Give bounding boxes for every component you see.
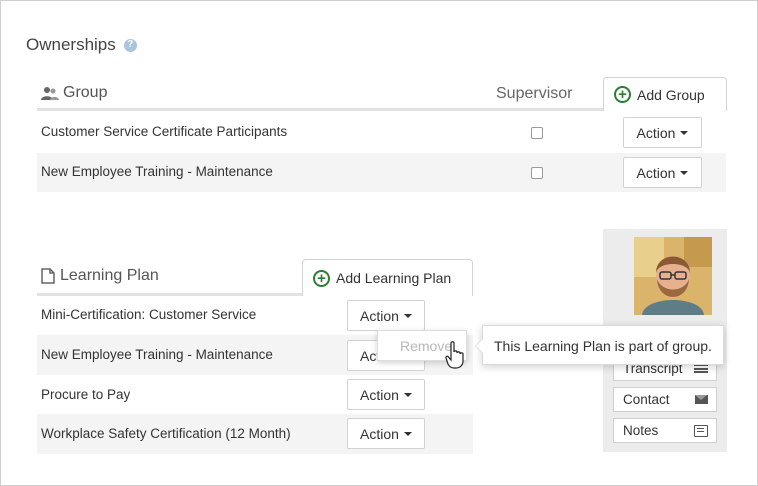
action-label: Action xyxy=(636,164,676,181)
learning-plan-name: Mini-Certification: Customer Service xyxy=(41,307,257,322)
avatar-image xyxy=(634,237,712,315)
list-icon xyxy=(694,364,708,373)
group-name: New Employee Training - Maintenance xyxy=(41,164,273,179)
learning-plan-row: Procure to Pay Action xyxy=(37,375,473,415)
notes-label: Notes xyxy=(623,423,659,438)
caret-down-icon xyxy=(680,170,689,175)
action-label: Action xyxy=(360,425,399,442)
help-icon[interactable]: ? xyxy=(123,38,137,52)
notes-icon xyxy=(694,424,708,437)
add-learning-plan-label: Add Learning Plan xyxy=(336,270,452,286)
contact-label: Contact xyxy=(623,392,670,407)
group-users-icon xyxy=(41,86,59,100)
add-group-button[interactable]: + Add Group xyxy=(603,77,727,111)
learning-plan-row: Workplace Safety Certification (12 Month… xyxy=(37,414,473,454)
learning-plan-action-button[interactable]: Action xyxy=(347,418,425,449)
supervisor-checkbox[interactable] xyxy=(531,167,543,179)
avatar[interactable] xyxy=(634,237,712,315)
group-row: New Employee Training - Maintenance Acti… xyxy=(37,153,726,192)
hand-cursor-icon xyxy=(445,341,464,369)
caret-down-icon xyxy=(403,431,412,436)
tooltip: This Learning Plan is part of group. xyxy=(475,325,724,365)
notes-button[interactable]: Notes xyxy=(613,418,717,443)
action-label: Action xyxy=(360,386,399,403)
learning-plan-name: Workplace Safety Certification (12 Month… xyxy=(41,426,291,441)
learning-plan-row: Mini-Certification: Customer Service Act… xyxy=(37,295,473,335)
supervisor-checkbox[interactable] xyxy=(531,127,543,139)
learning-plan-action-button[interactable]: Action xyxy=(347,300,425,331)
ownerships-title: Ownerships ? xyxy=(26,35,137,55)
group-action-button[interactable]: Action xyxy=(623,157,702,188)
contact-button[interactable]: Contact xyxy=(613,387,717,412)
plus-circle-icon: + xyxy=(614,86,631,103)
learning-plan-name: New Employee Training - Maintenance xyxy=(41,347,273,362)
ownerships-title-text: Ownerships xyxy=(26,35,116,54)
group-header-label: Group xyxy=(63,84,108,101)
add-group-label: Add Group xyxy=(637,86,705,103)
caret-down-icon xyxy=(403,392,412,397)
mail-icon xyxy=(695,395,708,404)
plus-circle-icon: + xyxy=(313,269,330,287)
learning-plan-action-button[interactable]: Action xyxy=(347,379,425,410)
add-learning-plan-button[interactable]: + Add Learning Plan xyxy=(302,259,473,296)
action-label: Action xyxy=(636,124,676,141)
caret-down-icon xyxy=(403,313,412,318)
caret-down-icon xyxy=(680,130,689,135)
group-action-button[interactable]: Action xyxy=(623,117,702,148)
learning-plan-header-label: Learning Plan xyxy=(60,267,159,284)
group-row: Customer Service Certificate Participant… xyxy=(37,113,726,152)
group-name: Customer Service Certificate Participant… xyxy=(41,124,288,139)
ownerships-card: Ownerships ? Group Supervisor + Add Grou… xyxy=(0,0,758,486)
group-header-title: Group xyxy=(41,84,107,102)
document-icon xyxy=(41,268,55,284)
learning-plan-header-title: Learning Plan xyxy=(41,267,159,285)
learning-plan-name: Procure to Pay xyxy=(41,387,131,402)
supervisor-column-header: Supervisor xyxy=(496,85,573,102)
action-label: Action xyxy=(360,307,399,324)
